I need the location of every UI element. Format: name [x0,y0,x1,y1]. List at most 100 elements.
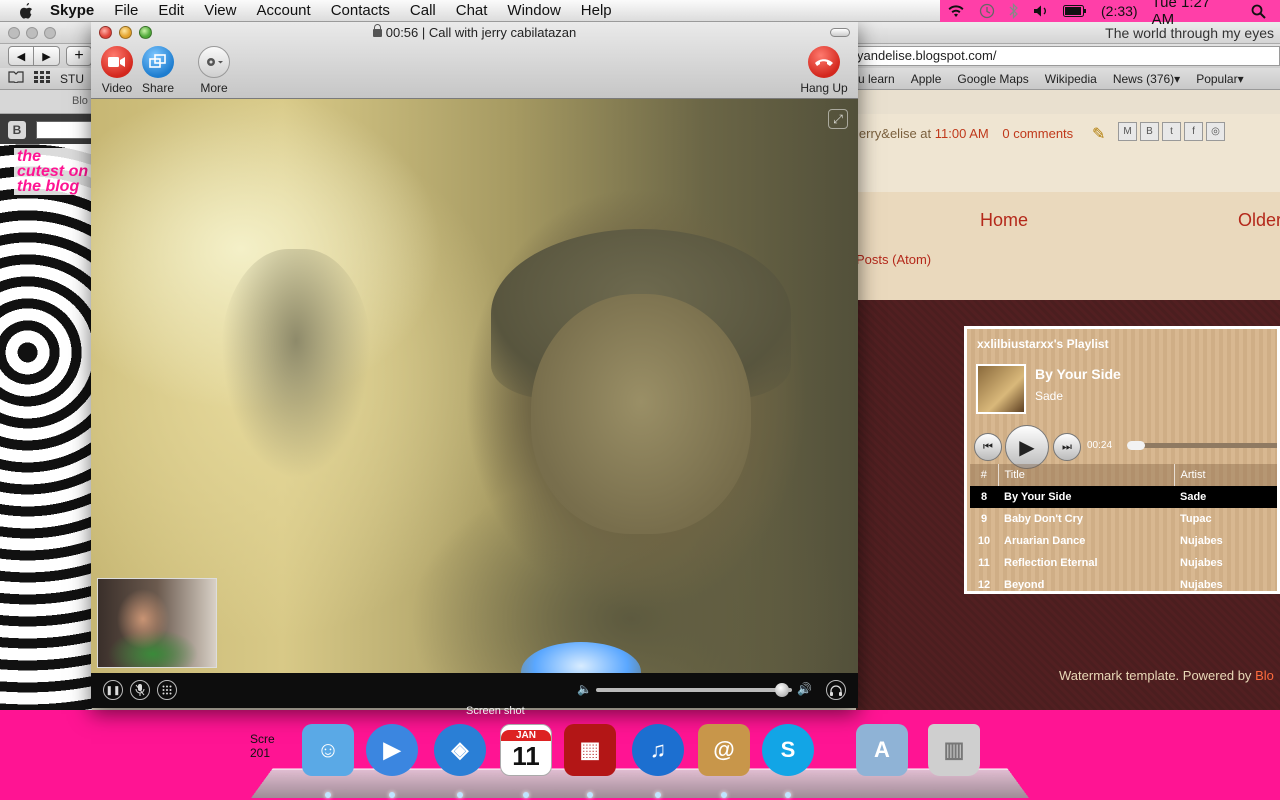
video-background-object [221,249,371,479]
menu-call[interactable]: Call [400,0,446,22]
address-bar[interactable]: yandelise.blogspot.com/ [852,46,1280,66]
previous-track-button[interactable]: ⏮ [974,433,1002,461]
dock-applications-folder[interactable]: A [854,722,910,778]
menu-file[interactable]: File [104,0,148,22]
elapsed-time: 00:24 [1087,440,1113,451]
hang-up-button[interactable]: Hang Up [794,46,854,95]
track-table: # Title Artist 8 By Your Side Sade 9 Baby Do… [970,464,1277,591]
track-row[interactable]: 8 By Your Side Sade [970,486,1277,508]
dock-finder[interactable]: ☺ [300,722,356,778]
blogger-icon[interactable]: B [8,121,26,139]
back-button[interactable]: ◀ [8,46,34,66]
track-artist: Nujabes [1180,535,1223,547]
post-time-link[interactable]: 11:00 AM [935,126,989,141]
track-artist: Nujabes [1180,579,1223,591]
column-artist[interactable]: Artist [1174,464,1277,486]
menu-help[interactable]: Help [571,0,622,22]
hold-call-icon[interactable]: ❚❚ [103,680,123,700]
track-row[interactable]: 12 Beyond Nujabes [970,574,1277,591]
bluetooth-icon[interactable] [1009,3,1019,19]
bookmark-apple[interactable]: Apple [911,72,942,86]
headset-icon[interactable] [826,680,846,700]
dock-address-book[interactable]: @ [696,722,752,778]
track-row[interactable]: 9 Baby Don't Cry Tupac [970,508,1277,530]
fullscreen-icon[interactable]: ⤢ [828,109,848,129]
bookmark-news[interactable]: News (376)▾ [1113,72,1180,86]
next-track-button[interactable]: ⏭ [1053,433,1081,461]
volume-slider-knob[interactable] [775,683,790,697]
browser-zoom-button[interactable] [44,27,56,39]
track-title: Reflection Eternal [1004,557,1098,569]
dock-itunes[interactable]: ♫ [630,722,686,778]
seek-bar[interactable] [1127,441,1277,450]
running-indicator [523,792,529,798]
bookmark-learn[interactable]: u learn [858,72,895,86]
time-machine-icon[interactable] [979,3,995,19]
browser-minimize-button[interactable] [26,27,38,39]
call-volume-slider[interactable] [596,683,792,697]
battery-icon[interactable] [1063,5,1087,17]
track-row[interactable]: 10 Aruarian Dance Nujabes [970,530,1277,552]
menubar-clock[interactable]: Tue 1:27 AM [1152,0,1232,28]
lock-icon [372,24,382,37]
menu-app-skype[interactable]: Skype [50,0,104,22]
self-view-video[interactable] [97,578,217,668]
dock-photo-booth[interactable]: ▦ [562,722,618,778]
apple-menu-icon[interactable] [18,0,40,22]
menu-contacts[interactable]: Contacts [321,0,400,22]
bookmark-stu[interactable]: STU [60,72,84,86]
wifi-icon[interactable] [947,4,965,18]
blogthis-share-icon[interactable]: B [1140,122,1159,141]
call-title-text: 00:56 | Call with jerry cabilatazan [385,25,577,40]
ical-month: JAN [501,729,551,741]
share-button[interactable]: Share [128,46,188,95]
more-button[interactable]: More [184,46,244,95]
dialpad-icon[interactable] [157,680,177,700]
forward-button[interactable]: ▶ [34,46,60,66]
mute-microphone-icon[interactable] [130,680,150,700]
blog-search-input[interactable] [36,121,92,139]
edit-post-icon[interactable]: ✎ [1092,124,1105,144]
call-title: 00:56 | Call with jerry cabilatazan [91,24,858,40]
skype-call-window: 00:56 | Call with jerry cabilatazan Vide… [91,22,858,708]
dock-ical[interactable]: JAN 11 [498,722,554,778]
home-link[interactable]: Home [980,210,1028,231]
column-number[interactable]: # [970,464,999,486]
track-row[interactable]: 11 Reflection Eternal Nujabes [970,552,1277,574]
desktop-screenshot-label[interactable]: Screen shot [466,705,525,717]
column-title[interactable]: Title [998,464,1175,486]
bookmark-wikipedia[interactable]: Wikipedia [1045,72,1097,86]
facebook-share-icon[interactable]: f [1184,122,1203,141]
older-posts-link[interactable]: Older [1238,210,1280,231]
phone-hangup-icon [808,46,840,78]
blogger-link[interactable]: Blo [1255,668,1274,683]
reading-list-icon[interactable] [8,71,24,86]
seek-knob[interactable] [1127,441,1145,450]
dock-safari[interactable]: ◈ [432,722,488,778]
atom-feed-link[interactable]: Posts (Atom) [856,252,931,267]
dock-trash[interactable]: ▥ [926,722,982,778]
comments-link[interactable]: 0 comments [1002,126,1073,141]
volume-icon[interactable] [1033,4,1049,18]
share-buttons: M B t f ◎ [1118,122,1225,141]
dock-skype[interactable]: S [760,722,816,778]
menu-chat[interactable]: Chat [446,0,498,22]
bookmark-google-maps[interactable]: Google Maps [957,72,1028,86]
battery-time: (2:33) [1101,3,1138,19]
menu-view[interactable]: View [194,0,246,22]
dock-ichat[interactable]: ▶ [364,722,420,778]
play-button[interactable]: ▶ [1005,425,1049,469]
browser-close-button[interactable] [8,27,20,39]
menu-account[interactable]: Account [246,0,320,22]
bookmark-popular[interactable]: Popular▾ [1196,72,1243,86]
browser-tab[interactable]: Blo [0,90,92,114]
email-share-icon[interactable]: M [1118,122,1137,141]
toolbar-toggle-button[interactable] [830,28,850,37]
twitter-share-icon[interactable]: t [1162,122,1181,141]
menu-window[interactable]: Window [497,0,570,22]
running-indicator [655,792,661,798]
spotlight-icon[interactable] [1251,4,1266,19]
menu-edit[interactable]: Edit [148,0,194,22]
buzz-share-icon[interactable]: ◎ [1206,122,1225,141]
top-sites-icon[interactable] [34,71,50,86]
